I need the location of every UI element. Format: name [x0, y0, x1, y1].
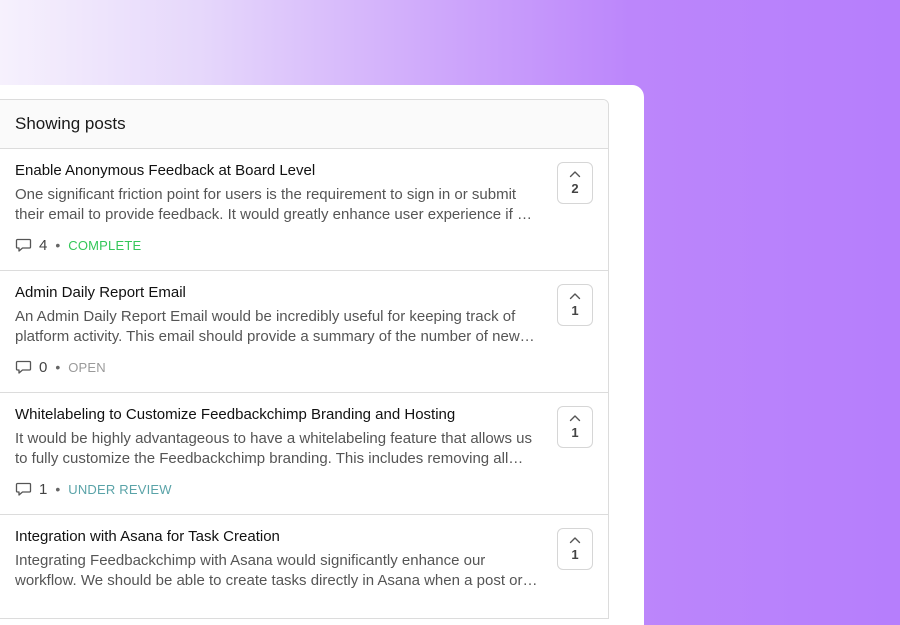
post-item[interactable]: Enable Anonymous Feedback at Board Level…	[0, 149, 608, 271]
separator-dot: •	[55, 481, 61, 497]
upvote-button[interactable]: 2	[557, 162, 593, 204]
post-description: It would be highly advantageous to have …	[15, 430, 533, 467]
post-item[interactable]: Admin Daily Report Email An Admin Daily …	[0, 271, 608, 393]
vote-count: 1	[571, 547, 579, 562]
chevron-up-icon	[569, 415, 581, 422]
status-badge: UNDER REVIEW	[68, 481, 172, 497]
comment-count: 4	[39, 236, 48, 254]
post-description: One significant friction point for users…	[15, 186, 532, 223]
post-meta: 0 • OPEN	[15, 358, 106, 376]
vote-count: 2	[571, 181, 579, 196]
vote-count: 1	[571, 303, 579, 318]
post-item[interactable]: Whitelabeling to Customize Feedbackchimp…	[0, 393, 608, 515]
post-description: An Admin Daily Report Email would be inc…	[15, 308, 535, 345]
panel-header: Showing posts	[0, 100, 608, 149]
chevron-up-icon	[569, 537, 581, 544]
upvote-button[interactable]: 1	[557, 528, 593, 570]
upvote-button[interactable]: 1	[557, 284, 593, 326]
chevron-up-icon	[569, 171, 581, 178]
comment-icon	[15, 238, 32, 252]
separator-dot: •	[55, 237, 61, 253]
post-description: Integrating Feedbackchimp with Asana wou…	[15, 552, 538, 589]
status-badge: COMPLETE	[68, 237, 142, 253]
chevron-up-icon	[569, 293, 581, 300]
comment-count: 1	[39, 480, 48, 498]
comment-icon	[15, 360, 32, 374]
upvote-button[interactable]: 1	[557, 406, 593, 448]
comment-count: 0	[39, 358, 48, 376]
post-title[interactable]: Integration with Asana for Task Creation	[15, 528, 280, 545]
post-meta: 1 • UNDER REVIEW	[15, 480, 172, 498]
post-title[interactable]: Enable Anonymous Feedback at Board Level	[15, 162, 315, 179]
status-badge: OPEN	[68, 359, 106, 375]
posts-panel: Showing posts Enable Anonymous Feedback …	[0, 99, 609, 619]
post-meta: 4 • COMPLETE	[15, 236, 141, 254]
separator-dot: •	[55, 359, 61, 375]
comment-icon	[15, 482, 32, 496]
post-item[interactable]: Integration with Asana for Task Creation…	[0, 515, 608, 618]
vote-count: 1	[571, 425, 579, 440]
post-title[interactable]: Admin Daily Report Email	[15, 284, 186, 301]
post-title[interactable]: Whitelabeling to Customize Feedbackchimp…	[15, 406, 455, 423]
